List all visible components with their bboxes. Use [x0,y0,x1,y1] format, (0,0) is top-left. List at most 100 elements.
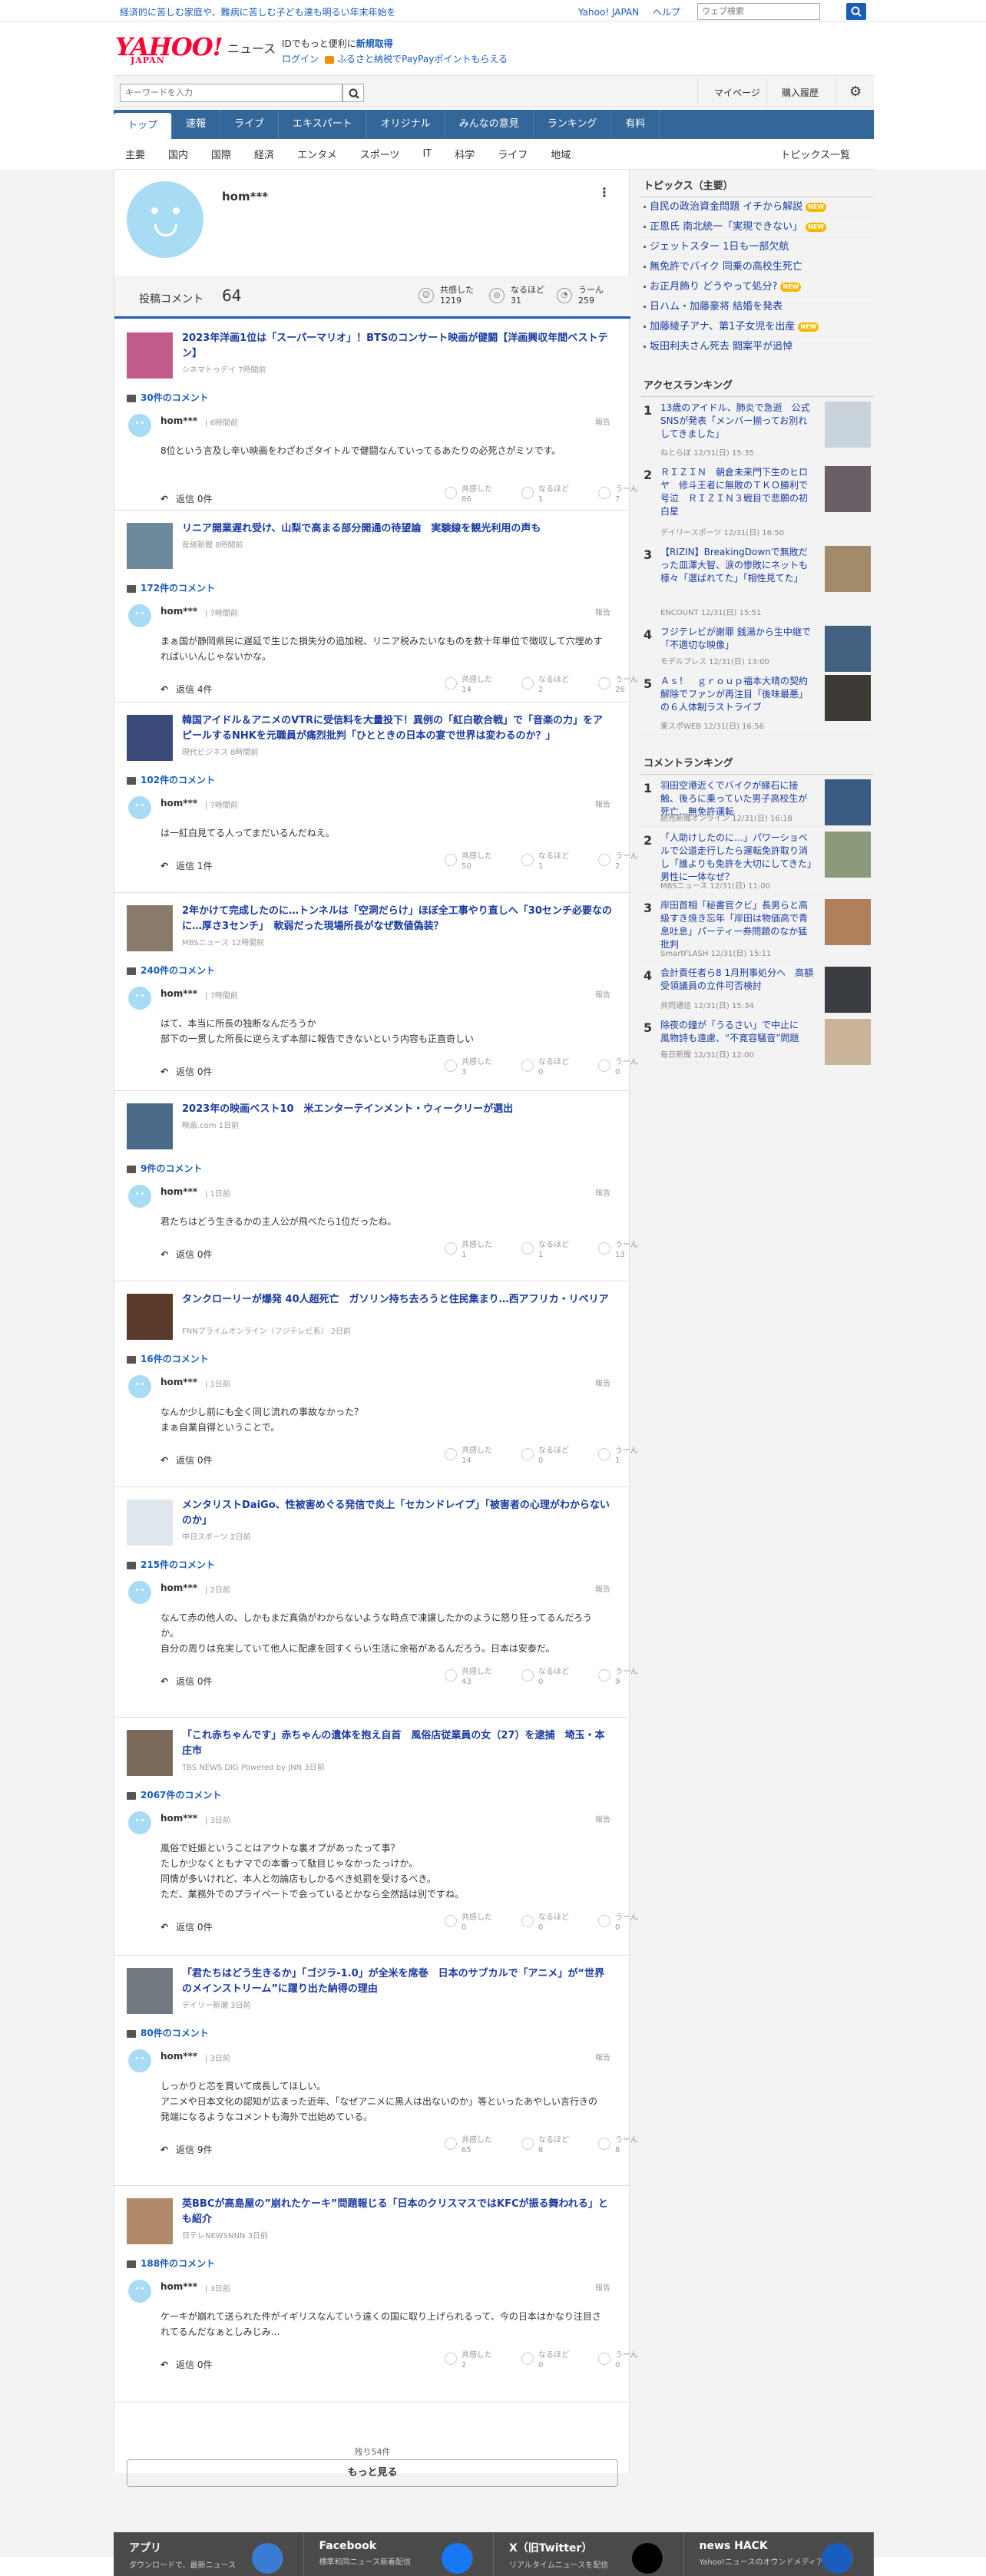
footer-link[interactable]: Facebook 標準和同ニュース新着配信 [304,2532,494,2576]
reply-toggle[interactable]: ↶ 返信 9件 [160,2143,213,2156]
report-link[interactable]: 報告 [595,1813,610,1824]
comment-count-link[interactable]: 188件のコメント [127,2257,215,2270]
ranking-headline[interactable]: 【RIZIN】BreakingDownで無敗だった皿澤大智、涙の惨敗にネットも様… [660,546,814,585]
comment-count-link[interactable]: 9件のコメント [127,1162,202,1175]
comment-user-name[interactable]: hom*** [160,1377,197,1387]
topics-list-link[interactable]: トピックス一覧 [769,147,862,161]
comment-count-link[interactable]: 16件のコメント [127,1352,209,1365]
comment-count-link[interactable]: 240件のコメント [127,964,215,977]
article-thumbnail[interactable] [127,715,173,761]
article-thumbnail[interactable] [127,332,173,379]
comment-count-link[interactable]: 80件のコメント [127,2026,209,2039]
comment-user-name[interactable]: hom*** [160,606,197,617]
article-title-link[interactable]: 「君たちはどう生きるか」「ゴジラ-1.0」が全米を席巻 日本のサブカルで「アニメ… [182,1966,612,1997]
comment-user-name[interactable]: hom*** [160,2051,197,2062]
reply-toggle[interactable]: ↶ 返信 0件 [160,1920,213,1933]
keyword-search-input[interactable] [120,84,342,102]
article-title-link[interactable]: 韓国アイドル＆アニメのVTRに受信料を大量投下！異例の「紅白歌合戦」で「音楽の力… [182,713,612,744]
ranking-thumbnail[interactable] [825,779,871,825]
ranking-thumbnail[interactable] [825,967,871,1013]
comment-user-name[interactable]: hom*** [160,415,197,426]
ranking-item[interactable]: 2 ＲＩＺＩＮ 朝倉未来門下生のヒロヤ 修斗王者に無敗のＴＫＯ勝利で号泣 ＲＩＺＩ… [640,461,874,541]
load-more-button[interactable]: もっと見る [127,2459,618,2487]
ranking-thumbnail[interactable] [825,402,871,448]
comment-user-name[interactable]: hom*** [160,1186,197,1197]
ranking-headline[interactable]: 13歳のアイドル、肺炎で急逝 公式SNSが発表「メンバー揃ってお別れしてきました… [660,402,814,441]
ranking-item[interactable]: 4 フジテレビが謝罪 銭湯から生中継で「不適切な映像」 モデルプレス 12/31(日… [640,621,874,672]
article-thumbnail[interactable] [127,1103,173,1149]
category-tab[interactable]: スポーツ [349,147,412,161]
topic-link[interactable]: 無免許でバイク 同乗の高校生死亡 [640,257,874,277]
reply-toggle[interactable]: ↶ 返信 0件 [160,1675,213,1688]
topic-link[interactable]: 正恩氏 南北統一「実現できない」 NEW [640,217,874,237]
web-search-button[interactable] [846,3,866,20]
article-title-link[interactable]: 「これ赤ちゃんです」赤ちゃんの遺体を抱え自首 風俗店従業員の女（27）を逮捕 埼… [182,1728,612,1759]
ranking-item[interactable]: 2 「人助けしたのに…」パワーショベルで公道走行したら運転免許取り消し「誰よりも免… [640,827,874,894]
promo-link[interactable]: 経済的に苦しむ家庭や、難病に苦しむ子ども達も明るい年末年始を [120,5,396,18]
nav-tab[interactable]: 速報 [172,110,221,139]
comment-user-name[interactable]: hom*** [160,988,197,999]
ranking-headline[interactable]: フジテレビが謝罪 銭湯から生中継で「不適切な映像」 [660,626,814,652]
report-link[interactable]: 報告 [595,798,610,809]
ranking-item[interactable]: 4 会計責任者ら8 1月刑事処分へ 高額受領議員の立件可否検討 共同通信 12/31… [640,962,874,1014]
topic-link[interactable]: ジェットスター 1日も一部欠航 [640,237,874,257]
reply-toggle[interactable]: ↶ 返信 0件 [160,1453,213,1467]
ranking-item[interactable]: 3 【RIZIN】BreakingDownで無敗だった皿澤大智、涙の惨敗にネットも… [640,541,874,621]
purchase-history-link[interactable]: 購入履歴 [782,86,819,99]
comment-user-name[interactable]: hom*** [160,798,197,809]
footer-link[interactable]: news HACK Yahoo!ニュースのオウンドメディア [684,2532,874,2576]
nav-tab[interactable]: エキスパート [279,110,367,139]
ranking-item[interactable]: 1 13歳のアイドル、肺炎で急逝 公式SNSが発表「メンバー揃ってお別れしてきまし… [640,397,874,461]
ranking-item[interactable]: 3 岸田首相「秘書官クビ」長男らと高級すき焼き忘年「岸田は物価高で青息吐息」パーテ… [640,894,874,962]
report-link[interactable]: 報告 [595,606,610,617]
article-title-link[interactable]: 2年かけて完成したのに…トンネルは「空洞だらけ」ほぼ全工事やり直しへ「30センチ… [182,904,612,934]
login-link[interactable]: ログイン [282,54,319,64]
nav-tab[interactable]: ランキング [534,110,612,139]
comment-user-name[interactable]: hom*** [160,1813,197,1824]
ranking-thumbnail[interactable] [825,675,871,721]
category-tab[interactable]: 科学 [443,147,486,161]
comment-user-name[interactable]: hom*** [160,2281,197,2292]
comment-user-name[interactable]: hom*** [160,1582,197,1593]
nav-tab[interactable]: ライブ [220,110,280,139]
category-tab[interactable]: 主要 [114,147,157,161]
topic-link[interactable]: 加藤綾子アナ、第1子女児を出産 NEW [640,317,874,337]
reply-toggle[interactable]: ↶ 返信 0件 [160,1065,213,1078]
comment-count-link[interactable]: 215件のコメント [127,1558,215,1571]
gear-icon[interactable]: ⚙ [849,84,862,100]
reply-toggle[interactable]: ↶ 返信 0件 [160,2358,213,2371]
keyword-search-button[interactable] [342,84,364,102]
article-title-link[interactable]: 2023年洋画1位は「スーパーマリオ」！BTSのコンサート映画が健闘【洋画興収年… [182,331,612,362]
reply-toggle[interactable]: ↶ 返信 0件 [160,492,213,505]
ranking-item[interactable]: 5 Ａｓ！ ｇｒｏｕｐ福本大晴の契約解除でファンが再注目「後味最悪」の６人体制ラス… [640,670,874,735]
signup-link[interactable]: 新規取得 [356,38,393,49]
category-tab[interactable]: ライフ [486,147,539,161]
furusato-link[interactable]: ふるさと納税でPayPayポイントもらえる [337,54,508,64]
ranking-thumbnail[interactable] [825,546,871,592]
report-link[interactable]: 報告 [595,1582,610,1594]
topic-link[interactable]: 自民の政治資金問題 イチから解説 NEW [640,197,874,217]
comment-count-link[interactable]: 30件のコメント [127,391,209,404]
category-tab[interactable]: 国際 [200,147,243,161]
ranking-item[interactable]: 1 羽田空港近くでバイクが縁石に接触、後ろに乗っていた男子高校生が死亡…無免許運転… [640,775,874,827]
ranking-thumbnail[interactable] [825,466,871,512]
yahoo-logo[interactable]: YAHOO! JAPAN [115,32,223,65]
article-thumbnail[interactable] [127,905,173,951]
report-link[interactable]: 報告 [595,2051,610,2062]
article-title-link[interactable]: 英BBCが高島屋の”崩れたケーキ”問題報じる「日本のクリスマスではKFCが振る舞… [182,2197,612,2227]
category-tab[interactable]: IT [411,148,443,160]
ranking-thumbnail[interactable] [825,1019,871,1065]
ranking-item[interactable]: 5 除夜の鐘が「うるさい」で中止に 風物詩も遠慮、“不寛容騒音”問題 毎日新聞 12… [640,1014,874,1065]
report-link[interactable]: 報告 [595,1377,610,1388]
ranking-headline[interactable]: 除夜の鐘が「うるさい」で中止に 風物詩も遠慮、“不寛容騒音”問題 [660,1019,814,1045]
ranking-thumbnail[interactable] [825,626,871,672]
comment-count-link[interactable]: 2067件のコメント [127,1788,221,1801]
article-title-link[interactable]: 2023年の映画ベスト10 米エンターテインメント・ウィークリーが選出 [182,1102,612,1117]
footer-link[interactable]: X（旧Twitter） リアルタイムニュースを配信 [494,2532,684,2576]
report-link[interactable]: 報告 [595,988,610,1000]
topic-link[interactable]: 日ハム・加藤豪将 結婚を発表 [640,297,874,317]
ranking-headline[interactable]: Ａｓ！ ｇｒｏｕｐ福本大晴の契約解除でファンが再注目「後味最悪」の６人体制ラスト… [660,675,814,714]
category-tab[interactable]: 経済 [243,147,286,161]
ranking-thumbnail[interactable] [825,899,871,945]
ranking-headline[interactable]: 岸田首相「秘書官クビ」長男らと高級すき焼き忘年「岸田は物価高で青息吐息」パーティ… [660,899,814,951]
